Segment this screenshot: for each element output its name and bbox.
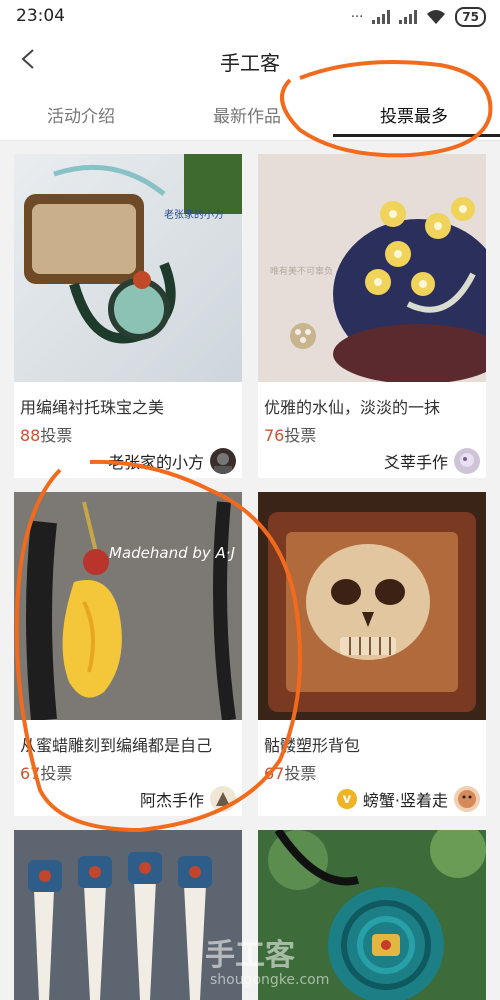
author-info[interactable]: 爻莘手作 [384, 448, 480, 474]
vote-count: 76投票 [264, 422, 316, 446]
tab-activity-intro[interactable]: 活动介绍 [47, 102, 115, 127]
image-watermark: 老张家的小方 [164, 208, 224, 221]
status-time: 23:04 [16, 6, 65, 26]
author-name[interactable]: 螃蟹·竖着走 [363, 787, 448, 811]
author-name[interactable]: 老张家的小方 [108, 449, 204, 473]
nav-bar: 手工客 [0, 34, 500, 86]
author-name[interactable]: 爻莘手作 [384, 449, 448, 473]
image-watermark: Madehand by A·J [109, 544, 235, 562]
work-image[interactable] [14, 830, 242, 1000]
work-title[interactable]: 用编绳衬托珠宝之美 [20, 394, 238, 418]
work-title[interactable]: 优雅的水仙，淡淡的一抹 [264, 394, 482, 418]
work-card[interactable] [14, 830, 242, 1000]
tab-bar: 活动介绍 最新作品 投票最多 [0, 86, 500, 141]
more-dots-icon: ··· [350, 9, 364, 25]
work-card[interactable]: 骷髅塑形背包 67投票 v 螃蟹·竖着走 [258, 492, 486, 816]
work-card[interactable]: 唯有美不可辜负 优雅的水仙，淡淡的一抹 76投票 爻莘手作 [258, 154, 486, 478]
tab-latest-works[interactable]: 最新作品 [213, 102, 281, 127]
work-card[interactable]: Madehand by A·J 从蜜蜡雕刻到编绳都是自己 67投票 阿杰手作 [14, 492, 242, 816]
work-title[interactable]: 从蜜蜡雕刻到编绳都是自己 [20, 732, 238, 756]
vote-number: 76 [264, 426, 285, 445]
image-watermark: 唯有美不可辜负 [270, 265, 333, 277]
active-tab-indicator [333, 134, 500, 137]
avatar[interactable] [454, 786, 480, 812]
verified-badge-icon: v [336, 789, 357, 809]
site-watermark: 手工客 [205, 938, 295, 973]
status-icons: ··· 75 [351, 7, 486, 27]
work-image[interactable] [258, 492, 486, 720]
vote-count: 67投票 [264, 760, 316, 784]
wifi-icon [427, 10, 446, 24]
vote-number: 67 [264, 764, 285, 783]
author-name[interactable]: 阿杰手作 [140, 787, 204, 811]
work-title[interactable]: 骷髅塑形背包 [264, 732, 482, 756]
vote-count: 67投票 [20, 760, 72, 784]
signal-icon-2 [399, 10, 418, 24]
battery-indicator: 75 [455, 7, 486, 27]
site-watermark-url: shougongke.com [210, 972, 330, 988]
signal-icon [372, 10, 391, 24]
vote-count: 88投票 [20, 422, 72, 446]
vote-unit: 投票 [284, 426, 317, 445]
avatar[interactable] [454, 448, 480, 474]
vote-number: 67 [20, 764, 41, 783]
author-info[interactable]: v 螃蟹·竖着走 [336, 786, 480, 812]
status-bar: 23:04 ··· 75 [0, 0, 500, 34]
author-info[interactable]: 老张家的小方 [108, 448, 236, 474]
work-card[interactable]: 老张家的小方 用编绳衬托珠宝之美 88投票 老张家的小方 [14, 154, 242, 478]
work-image[interactable]: Madehand by A·J [14, 492, 242, 720]
vote-unit: 投票 [40, 426, 73, 445]
author-info[interactable]: 阿杰手作 [140, 786, 236, 812]
tab-most-votes[interactable]: 投票最多 [380, 102, 448, 127]
page-title: 手工客 [220, 51, 280, 75]
vote-unit: 投票 [40, 764, 73, 783]
work-image[interactable]: 唯有美不可辜负 [258, 154, 486, 382]
vote-number: 88 [20, 426, 41, 445]
avatar[interactable] [210, 448, 236, 474]
avatar[interactable] [210, 786, 236, 812]
work-image[interactable]: 老张家的小方 [14, 154, 242, 382]
vote-unit: 投票 [284, 764, 317, 783]
